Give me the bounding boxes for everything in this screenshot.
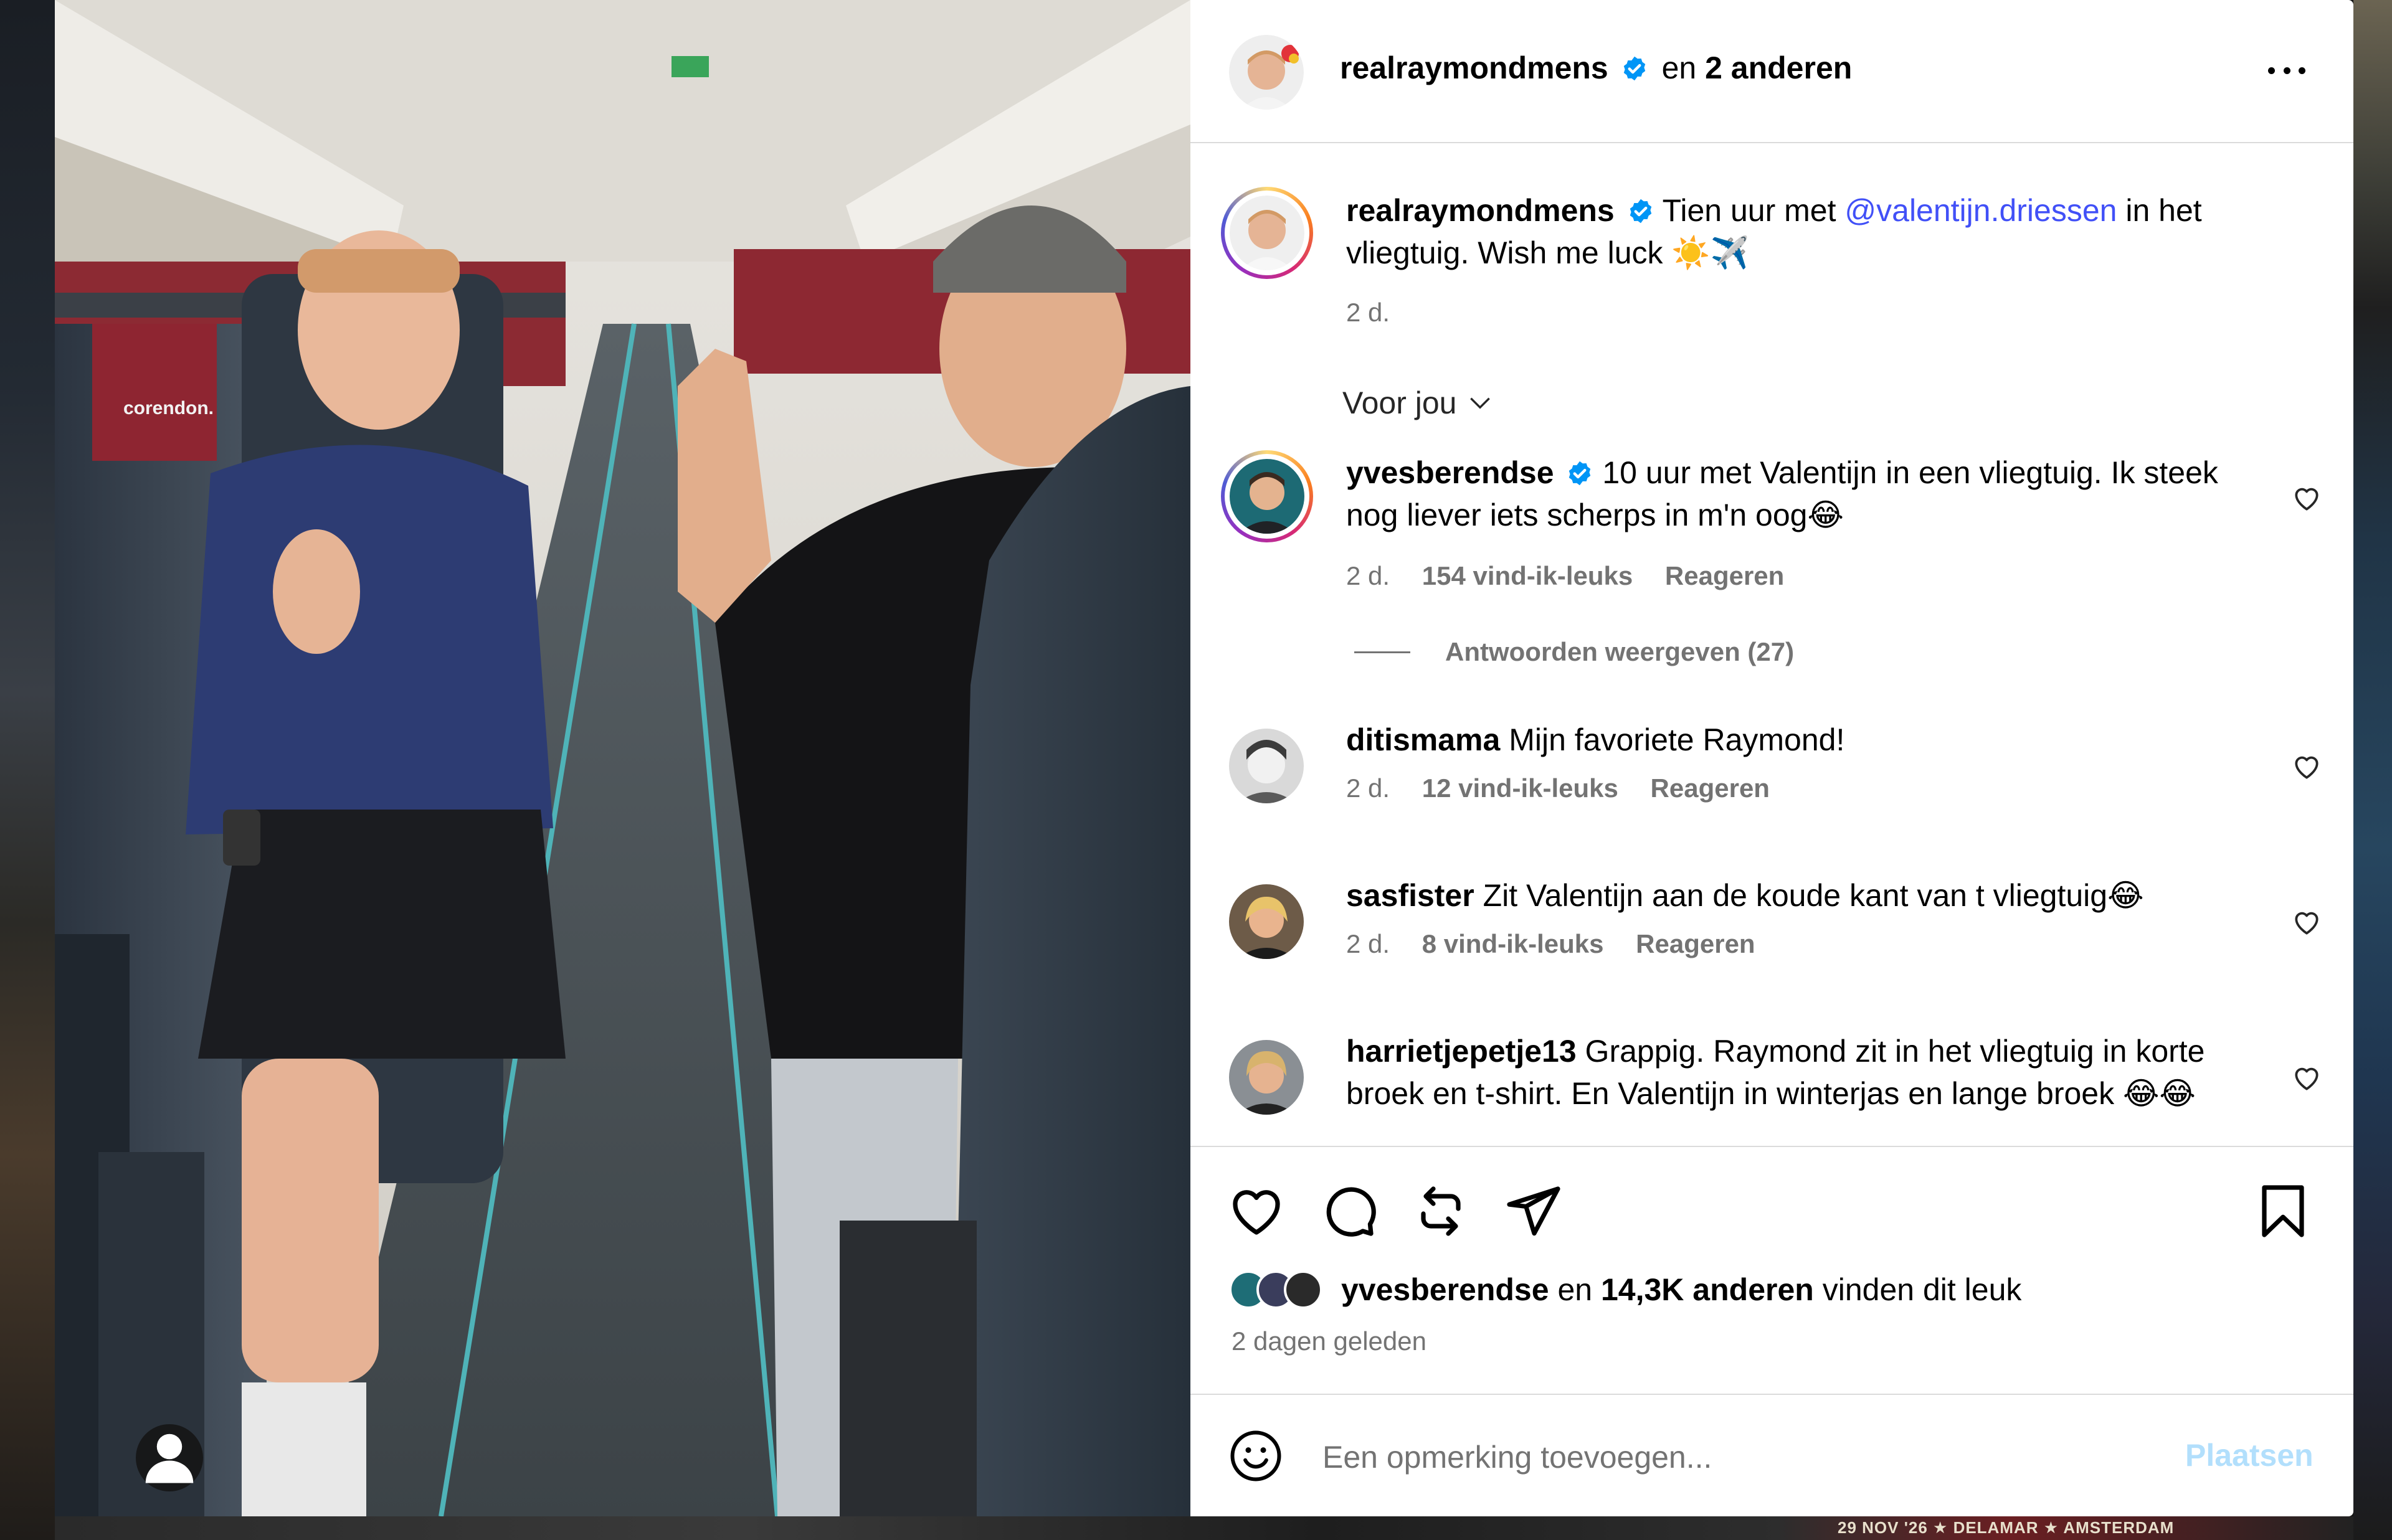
comment-input[interactable] — [1322, 1432, 2070, 1482]
user-tag-icon — [145, 1434, 194, 1483]
reply-button[interactable]: Reageren — [1665, 561, 1784, 590]
view-replies-label: Antwoorden weergeven (27) — [1445, 637, 1795, 666]
more-options-button[interactable] — [2262, 55, 2312, 86]
comment-username[interactable]: sasfister — [1346, 878, 1474, 913]
author-avatar[interactable] — [1229, 35, 1304, 110]
caption-text: realraymondmens Tien uur met @valentijn.… — [1346, 189, 2243, 274]
comment-username[interactable]: ditismama — [1346, 722, 1500, 757]
verified-badge-icon — [1569, 461, 1591, 486]
comment-avatar[interactable] — [1229, 729, 1304, 803]
comment-time[interactable]: 2 d. — [1346, 929, 1390, 958]
comment-avatar[interactable] — [1221, 450, 1313, 542]
comment-likes-count[interactable]: 154 vind-ik-leuks — [1422, 561, 1633, 590]
comment-likes-count[interactable]: 12 vind-ik-leuks — [1422, 773, 1618, 803]
user-tag-button[interactable] — [136, 1424, 203, 1491]
liker-username[interactable]: yvesberendse — [1341, 1272, 1549, 1307]
caption-avatar[interactable] — [1221, 187, 1313, 279]
caption-mention-link[interactable]: @valentijn.driessen — [1844, 193, 2117, 228]
reply-button[interactable]: Reageren — [1651, 773, 1770, 803]
verified-badge-icon — [1623, 56, 1645, 81]
likes-summary: yvesberendse en 14,3K anderen vinden dit… — [1229, 1270, 2021, 1309]
likes-suffix: vinden dit leuk — [1822, 1272, 2022, 1307]
comment-text: sasfister Zit Valentijn aan de koude kan… — [1346, 874, 2243, 917]
more-horizontal-icon — [2268, 67, 2275, 74]
comment-meta: 2 d. 154 vind-ik-leuks Reageren — [1346, 561, 1809, 591]
comment-username[interactable]: yvesberendse — [1346, 455, 1554, 490]
comment-text: ditismama Mijn favoriete Raymond! — [1346, 719, 2243, 761]
comment-text: yvesberendse 10 uur met Valentijn in een… — [1346, 451, 2243, 536]
coauthors-link[interactable]: 2 anderen — [1705, 50, 1852, 85]
background-feed-right — [2353, 0, 2392, 1540]
comment-time[interactable]: 2 d. — [1346, 561, 1390, 590]
caption-body-start: Tien uur met — [1662, 193, 1836, 228]
caption-username[interactable]: realraymondmens — [1346, 193, 1615, 228]
heart-icon[interactable] — [2291, 483, 2322, 514]
heart-icon[interactable] — [2291, 751, 2322, 782]
comment-avatar[interactable] — [1229, 884, 1304, 959]
caption-meta: 2 d. — [1346, 298, 1415, 328]
comment-icon[interactable] — [1319, 1181, 1379, 1241]
caption-time[interactable]: 2 d. — [1346, 298, 1390, 327]
post-date[interactable]: 2 dagen geleden — [1232, 1326, 1426, 1356]
repost-icon[interactable] — [1411, 1181, 1471, 1241]
header-title: realraymondmens en 2 anderen — [1340, 50, 1852, 86]
add-comment-bar: Plaatsen — [1190, 1395, 2353, 1516]
comment-likes-count[interactable]: 8 vind-ik-leuks — [1422, 929, 1604, 958]
likes-count-link[interactable]: 14,3K anderen — [1601, 1272, 1814, 1307]
comment-meta: 2 d. 8 vind-ik-leuks Reageren — [1346, 929, 1780, 959]
comment-username[interactable]: harrietjepetje13 — [1346, 1034, 1577, 1069]
comment-filter-label: Voor jou — [1342, 385, 1457, 420]
liker-avatar[interactable] — [1284, 1270, 1322, 1309]
smiley-icon[interactable] — [1228, 1428, 1284, 1484]
post-comment-button[interactable]: Plaatsen — [2185, 1437, 2314, 1473]
post-header: realraymondmens en 2 anderen — [1190, 0, 2353, 143]
seat-brand-text: corendon. — [123, 398, 214, 418]
post-details-panel: realraymondmens en 2 anderen realraymond… — [1190, 0, 2353, 1516]
background-banner-text: 29 NOV '26 ★ DELAMAR ★ AMSTERDAM — [1838, 1518, 2175, 1537]
comment-body: Mijn favoriete Raymond! — [1509, 722, 1845, 757]
comment-meta: 2 d. 12 vind-ik-leuks Reageren — [1346, 773, 1795, 803]
post-photo[interactable]: corendon. — [55, 0, 1190, 1516]
view-replies-button[interactable]: Antwoorden weergeven (27) — [1354, 637, 1794, 667]
post-actions: yvesberendse en 14,3K anderen vinden dit… — [1190, 1146, 2353, 1395]
comment-time[interactable]: 2 d. — [1346, 773, 1390, 803]
heart-icon[interactable] — [1227, 1181, 1286, 1241]
likes-connector: en — [1557, 1272, 1593, 1307]
coauthors-prefix: en — [1661, 50, 1697, 85]
author-username[interactable]: realraymondmens — [1340, 50, 1608, 85]
comment-text: harrietjepetje13 Grappig. Raymond zit in… — [1346, 1030, 2243, 1115]
heart-icon[interactable] — [2291, 907, 2322, 938]
comment-body: Zit Valentijn aan de koude kant van t vl… — [1483, 878, 2144, 913]
comments-section[interactable]: realraymondmens Tien uur met @valentijn.… — [1190, 143, 2353, 1146]
airplane-cabin-photo: corendon. — [55, 0, 1190, 1516]
comment-avatar[interactable] — [1229, 1040, 1304, 1115]
reply-button[interactable]: Reageren — [1636, 929, 1755, 958]
replies-line — [1354, 651, 1410, 653]
likes-text: yvesberendse en 14,3K anderen vinden dit… — [1341, 1272, 2021, 1308]
verified-badge-icon — [1630, 199, 1651, 224]
comment-filter-dropdown[interactable]: Voor jou — [1342, 385, 1494, 421]
chevron-down-icon — [1470, 397, 1491, 409]
heart-icon[interactable] — [2291, 1062, 2322, 1094]
bookmark-icon[interactable] — [2253, 1181, 2313, 1241]
paper-plane-icon[interactable] — [1503, 1181, 1563, 1241]
background-feed-left — [0, 0, 55, 1540]
